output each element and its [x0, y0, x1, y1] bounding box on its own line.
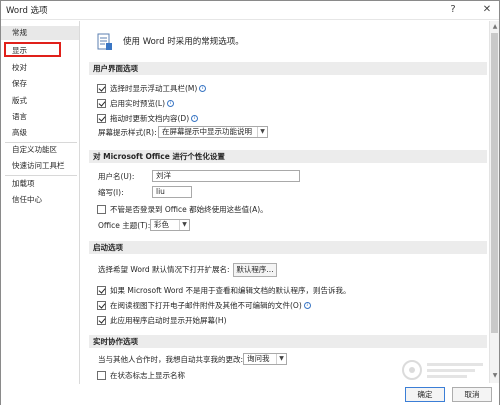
- help-button[interactable]: ?: [445, 3, 461, 17]
- sidebar-item-advanced[interactable]: 高级: [1, 126, 79, 140]
- initials-label: 缩写(I):: [98, 188, 124, 197]
- share-changes-value: 询问我: [247, 354, 270, 363]
- ui-options-header: 用户界面选项: [89, 62, 487, 75]
- username-label: 用户名(U):: [98, 172, 135, 181]
- default-program-label: 选择希望 Word 默认情况下打开扩展名:: [98, 265, 230, 274]
- default-programs-button[interactable]: 默认程序...: [233, 263, 277, 277]
- cancel-button[interactable]: 取消: [452, 387, 492, 402]
- start-screen-option[interactable]: 此应用程序启动时显示开始屏幕(H): [97, 314, 227, 326]
- update-drag-checkbox[interactable]: [97, 113, 106, 123]
- floating-toolbar-option[interactable]: 选择时显示浮动工具栏(M) i: [97, 82, 207, 94]
- tooltip-style-label: 屏幕提示样式(R):: [98, 128, 157, 137]
- always-use-label: 不管是否登录到 Office 都始终使用这些值(A)。: [110, 204, 268, 214]
- settings-document-icon: [97, 33, 112, 50]
- live-preview-label: 启用实时预览(L): [110, 98, 166, 108]
- sidebar-divider: [5, 175, 77, 176]
- default-program-warning-option[interactable]: 如果 Microsoft Word 不是用于查看和编辑文档的默认程序，则告诉我。: [97, 284, 351, 296]
- word-options-dialog: Word 选项 ? ✕ 常规 显示 校对 保存 版式 语言 高级 自定义功能区 …: [0, 0, 500, 405]
- share-changes-select[interactable]: 询问我 ▼: [243, 353, 287, 365]
- options-sidebar: 常规 显示 校对 保存 版式 语言 高级 自定义功能区 快速访问工具栏 加载项 …: [1, 21, 80, 386]
- info-icon: i: [199, 84, 207, 92]
- info-icon: i: [303, 301, 311, 309]
- chevron-down-icon: ▼: [179, 220, 189, 230]
- default-program-warning-checkbox[interactable]: [97, 285, 106, 295]
- username-input[interactable]: 刘洋: [152, 170, 300, 182]
- always-use-checkbox[interactable]: [97, 204, 106, 214]
- chevron-down-icon: ▼: [276, 354, 286, 364]
- intro-text: 使用 Word 时采用的常规选项。: [123, 37, 244, 47]
- reading-view-checkbox[interactable]: [97, 300, 106, 310]
- startup-options-header: 启动选项: [89, 241, 487, 254]
- office-theme-label: Office 主题(T):: [98, 221, 151, 230]
- update-drag-label: 拖动时更新文档内容(D): [110, 113, 190, 123]
- info-icon: i: [167, 99, 175, 107]
- sidebar-item-proofing[interactable]: 校对: [1, 61, 79, 75]
- display-highlight-box: [4, 42, 61, 57]
- live-preview-checkbox[interactable]: [97, 98, 106, 108]
- sidebar-item-layout[interactable]: 版式: [1, 94, 79, 108]
- sidebar-item-save[interactable]: 保存: [1, 77, 79, 91]
- sidebar-item-general[interactable]: 常规: [1, 26, 79, 40]
- show-names-option[interactable]: 在状态标志上显示名称: [97, 369, 185, 381]
- show-names-label: 在状态标志上显示名称: [110, 370, 185, 380]
- office-theme-value: 彩色: [154, 220, 169, 229]
- start-screen-label: 此应用程序启动时显示开始屏幕(H): [110, 315, 227, 325]
- sidebar-item-trust-center[interactable]: 信任中心: [1, 193, 79, 207]
- title-bar: Word 选项 ? ✕: [1, 1, 499, 20]
- coauthoring-header: 实时协作选项: [89, 335, 487, 348]
- share-changes-label: 当与其他人合作时，我想自动共享我的更改:: [98, 355, 244, 364]
- tooltip-style-value: 在屏幕提示中显示功能说明: [162, 127, 252, 136]
- start-screen-checkbox[interactable]: [97, 315, 106, 325]
- info-icon: i: [191, 114, 199, 122]
- reading-view-label: 在阅读视图下打开电子邮件附件及其他不可编辑的文件(O): [110, 300, 302, 310]
- show-names-checkbox[interactable]: [97, 370, 106, 380]
- window-title: Word 选项: [6, 6, 48, 16]
- sidebar-item-quick-access-toolbar[interactable]: 快速访问工具栏: [1, 159, 79, 173]
- ok-button[interactable]: 确定: [405, 387, 445, 402]
- dialog-footer: 确定 取消: [1, 384, 499, 405]
- initials-input[interactable]: liu: [152, 186, 192, 198]
- tooltip-style-select[interactable]: 在屏幕提示中显示功能说明 ▼: [158, 126, 268, 138]
- update-drag-option[interactable]: 拖动时更新文档内容(D) i: [97, 112, 199, 124]
- scroll-thumb[interactable]: [491, 33, 498, 333]
- options-content: 使用 Word 时采用的常规选项。 用户界面选项 选择时显示浮动工具栏(M) i…: [81, 21, 491, 381]
- office-theme-select[interactable]: 彩色 ▼: [150, 219, 190, 231]
- vertical-scrollbar[interactable]: ▲ ▼: [489, 21, 499, 383]
- floating-toolbar-checkbox[interactable]: [97, 83, 106, 93]
- always-use-option[interactable]: 不管是否登录到 Office 都始终使用这些值(A)。: [97, 203, 268, 215]
- personalize-header: 对 Microsoft Office 进行个性化设置: [89, 150, 487, 163]
- chevron-down-icon: ▼: [257, 127, 267, 137]
- sidebar-item-customize-ribbon[interactable]: 自定义功能区: [1, 143, 79, 157]
- scroll-up-icon[interactable]: ▲: [490, 22, 500, 32]
- scroll-down-icon[interactable]: ▼: [490, 371, 500, 381]
- reading-view-option[interactable]: 在阅读视图下打开电子邮件附件及其他不可编辑的文件(O) i: [97, 299, 311, 311]
- close-button[interactable]: ✕: [479, 3, 495, 17]
- sidebar-item-add-ins[interactable]: 加载项: [1, 177, 79, 191]
- sidebar-item-language[interactable]: 语言: [1, 110, 79, 124]
- floating-toolbar-label: 选择时显示浮动工具栏(M): [110, 83, 198, 93]
- live-preview-option[interactable]: 启用实时预览(L) i: [97, 97, 175, 109]
- default-program-warning-label: 如果 Microsoft Word 不是用于查看和编辑文档的默认程序，则告诉我。: [110, 285, 351, 295]
